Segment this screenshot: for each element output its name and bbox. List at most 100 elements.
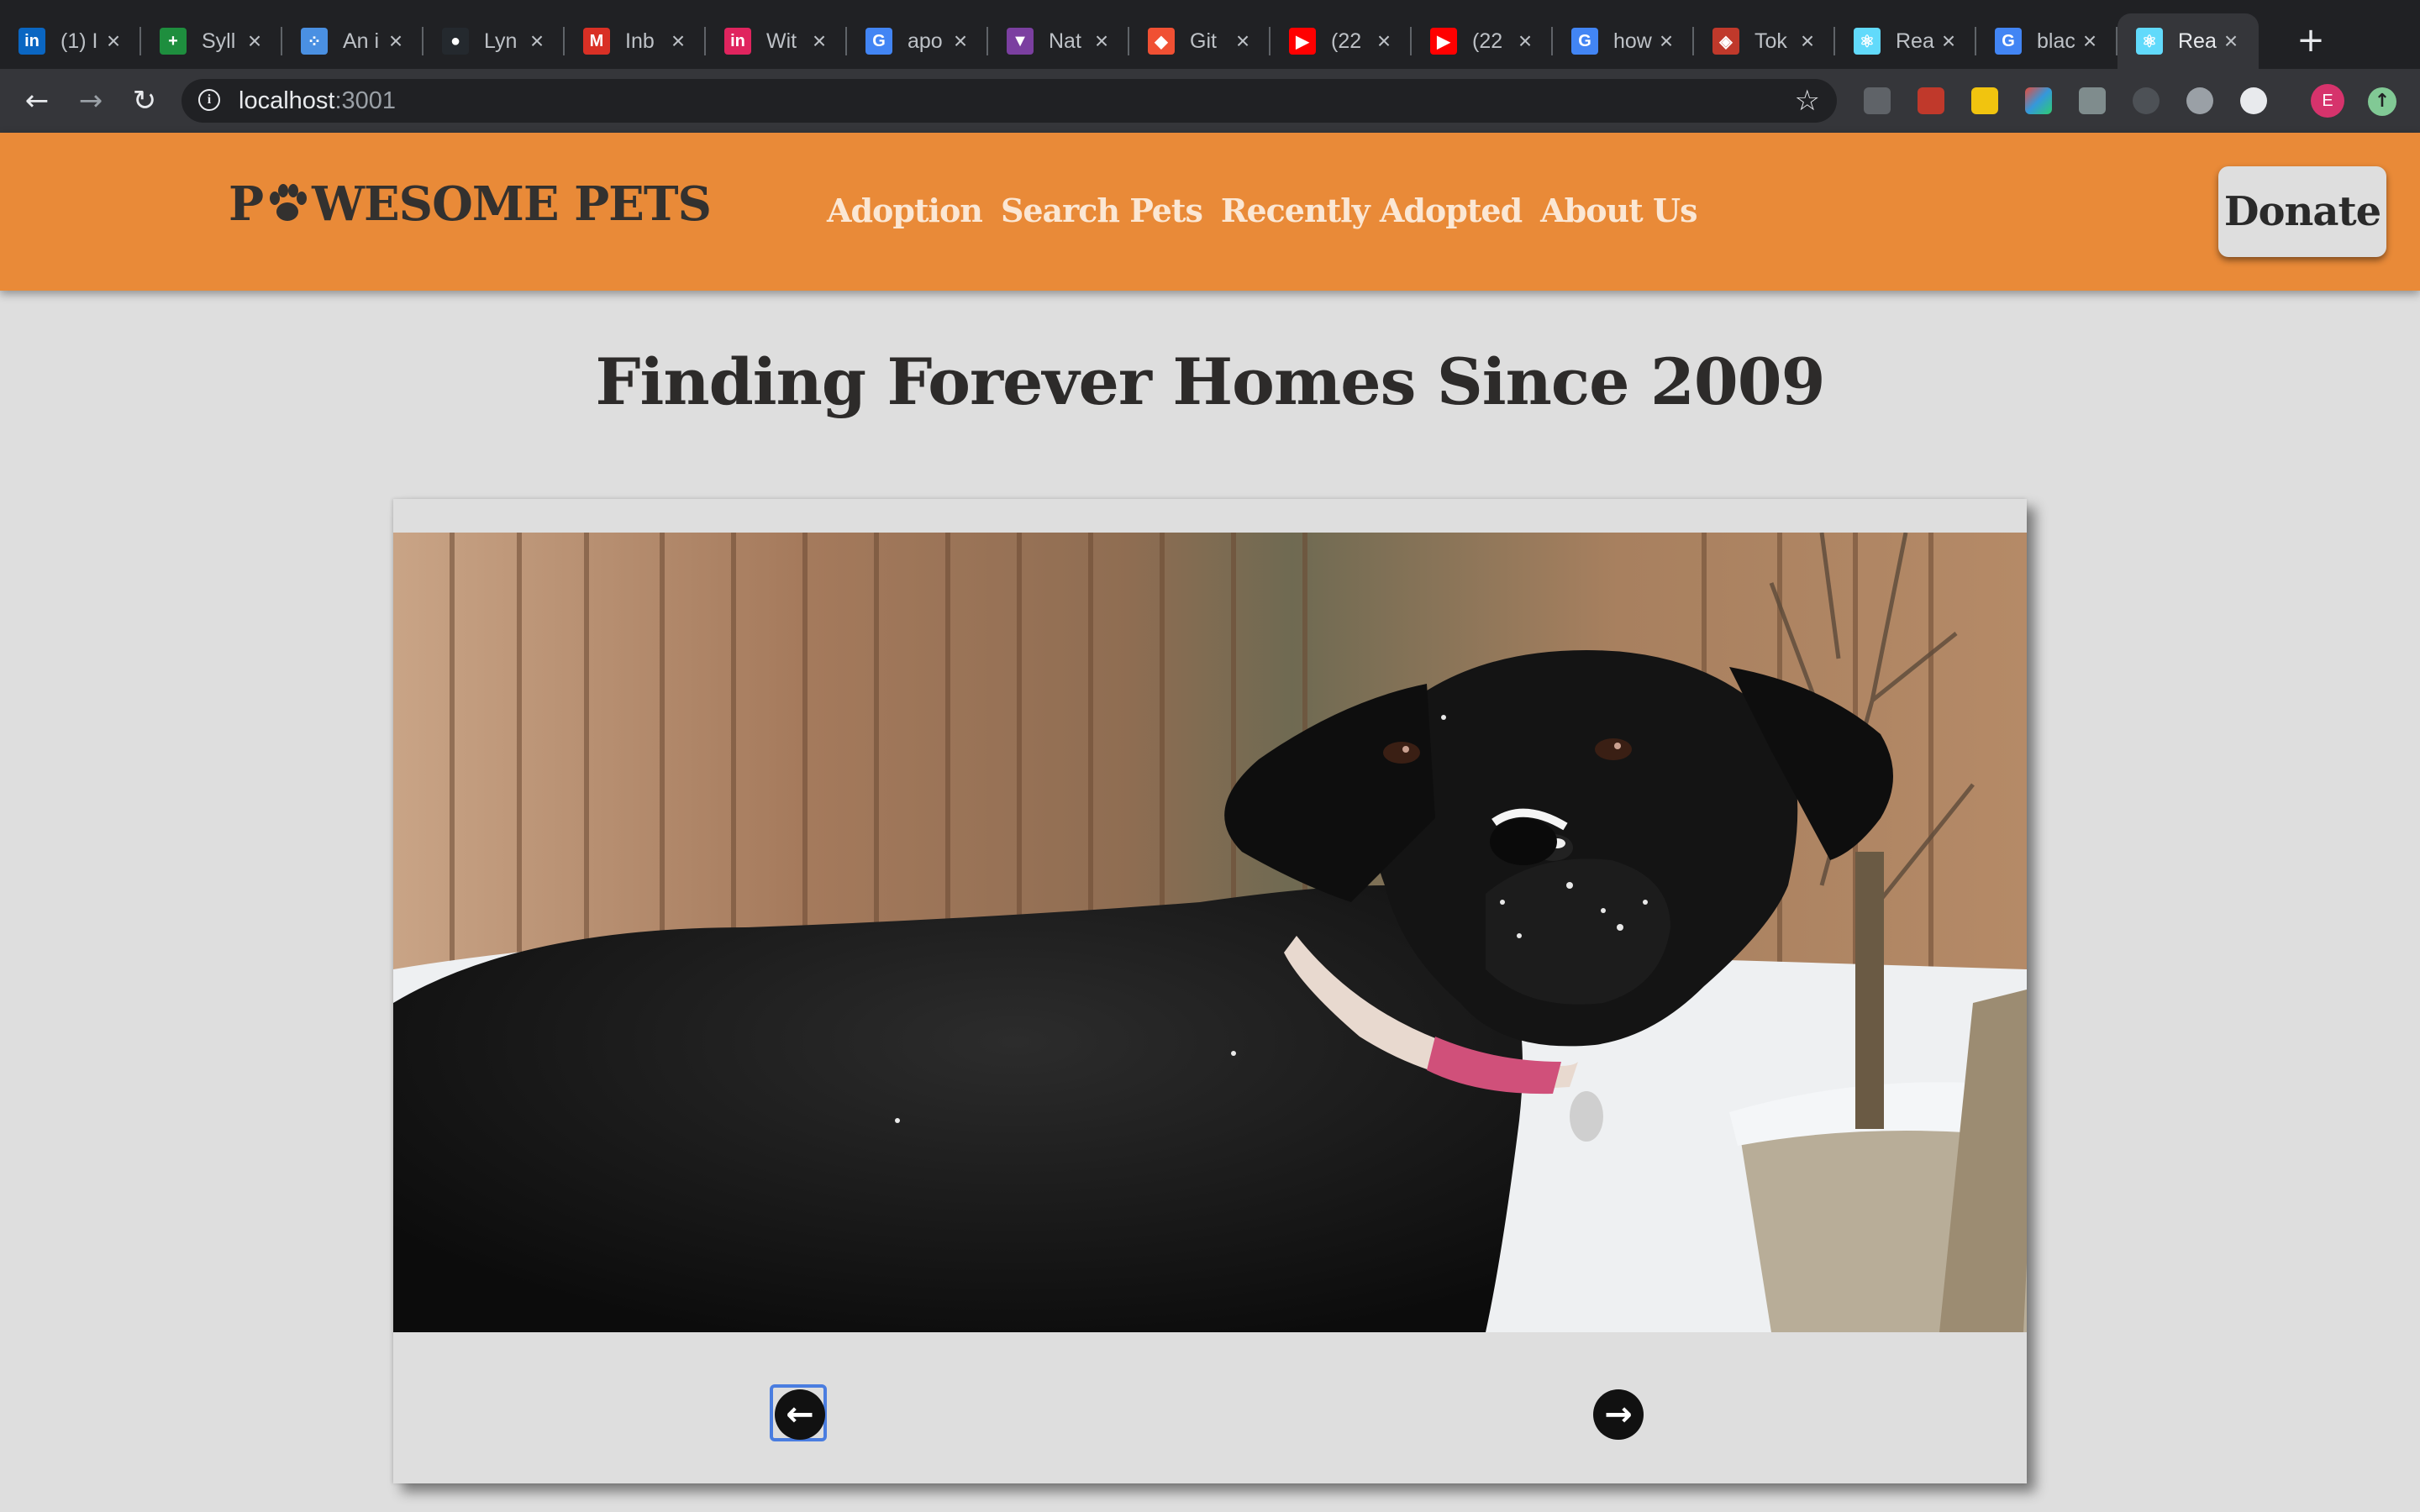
browser-tab[interactable]: + Syll × (141, 13, 282, 69)
tab-title: apo (908, 29, 943, 53)
browser-toolbar: ← → ↻ i localhost:3001 ☆ E ↑ (0, 69, 2420, 133)
tab-title: (1) I (60, 29, 98, 53)
close-tab-icon[interactable]: × (101, 29, 126, 54)
url-port: :3001 (334, 87, 397, 114)
browser-tab[interactable]: ▼ Nat × (988, 13, 1129, 69)
browser-tab[interactable]: ◆ Git × (1129, 13, 1270, 69)
close-tab-icon[interactable]: × (807, 29, 832, 54)
reload-button[interactable]: ↻ (124, 81, 165, 121)
extension-gear-icon[interactable] (2186, 87, 2213, 114)
tab-title: (22 (1472, 29, 1503, 53)
pet-photo (393, 533, 2027, 1332)
url-host: localhost (239, 87, 335, 114)
tab-title: Wit (766, 29, 797, 53)
close-tab-icon[interactable]: × (1654, 29, 1679, 54)
tab-title: Syll (202, 29, 236, 53)
pet-carousel: ← → (393, 499, 2027, 1483)
react-icon: ⚛ (2136, 28, 2163, 55)
extension-circle-icon[interactable] (2240, 87, 2267, 114)
browser-tab[interactable]: in Wit × (706, 13, 847, 69)
arrow-left-icon[interactable]: ← (775, 1389, 825, 1440)
google-icon: G (1995, 28, 2022, 55)
youtube-icon: ▶ (1289, 28, 1316, 55)
github-icon: ● (442, 28, 469, 55)
close-tab-icon[interactable]: × (1230, 29, 1255, 54)
browser-tab[interactable]: ● Lyn × (424, 13, 565, 69)
tab-title: An i (343, 29, 380, 53)
close-tab-icon[interactable]: × (242, 29, 267, 54)
logo-suffix: WESOME PETS (312, 176, 712, 232)
back-button[interactable]: ← (17, 81, 57, 121)
browser-tab[interactable]: ▶ (22 × (1412, 13, 1553, 69)
browser-tab[interactable]: M Inb × (565, 13, 706, 69)
tab-title: Tok (1754, 29, 1787, 53)
close-tab-icon[interactable]: × (524, 29, 550, 54)
page-title: Finding Forever Homes Since 2009 (595, 344, 1826, 419)
site-logo[interactable]: P WESOME PETS (229, 176, 712, 232)
browser-tab[interactable]: ⚛ Rea × (2118, 13, 2259, 69)
shield-icon: ▼ (1007, 28, 1034, 55)
browser-tab[interactable]: in (1) I × (0, 13, 141, 69)
close-tab-icon[interactable]: × (2218, 29, 2244, 54)
black-labrador-photo (393, 533, 2027, 1332)
close-tab-icon[interactable]: × (948, 29, 973, 54)
linkedin-icon: in (18, 28, 45, 55)
donate-button[interactable]: Donate (2218, 166, 2386, 257)
close-tab-icon[interactable]: × (1512, 29, 1538, 54)
google-sheets-icon: + (160, 28, 187, 55)
diamond-icon: ◈ (1712, 28, 1739, 55)
close-tab-icon[interactable]: × (1795, 29, 1820, 54)
nav-about-us[interactable]: About Us (1540, 192, 1697, 229)
tab-title: Lyn (484, 29, 518, 53)
tab-title: Git (1190, 29, 1217, 53)
extension-note-icon[interactable] (1971, 87, 1998, 114)
close-tab-icon[interactable]: × (1936, 29, 1961, 54)
browser-tab[interactable]: ◈ Tok × (1694, 13, 1835, 69)
tab-title: Rea (1896, 29, 1934, 53)
browser-tab[interactable]: Gapo × (847, 13, 988, 69)
git-icon: ◆ (1148, 28, 1175, 55)
extension-color-icon[interactable] (2025, 87, 2052, 114)
extension-jar-icon[interactable] (2079, 87, 2106, 114)
nav-adoption[interactable]: Adoption (827, 192, 983, 229)
invision-icon: in (724, 28, 751, 55)
extension-bulb-icon[interactable] (2133, 87, 2160, 114)
gmail-icon: M (583, 28, 610, 55)
atom-dots-icon: ⁘ (301, 28, 328, 55)
close-tab-icon[interactable]: × (1089, 29, 1114, 54)
browser-tab[interactable]: ⁘ An i × (282, 13, 424, 69)
browser-tab[interactable]: ⚛ Rea × (1835, 13, 1976, 69)
google-icon: G (1571, 28, 1598, 55)
browser-tab[interactable]: ▶ (22 × (1270, 13, 1412, 69)
browser-tab[interactable]: Gblac × (1976, 13, 2118, 69)
close-tab-icon[interactable]: × (1371, 29, 1397, 54)
tab-title: (22 (1331, 29, 1362, 53)
site-header: P WESOME PETS Adoption Search Pets Recen… (0, 133, 2420, 291)
close-tab-icon[interactable]: × (666, 29, 691, 54)
profile-avatar[interactable]: E (2311, 84, 2344, 118)
arrow-right-icon[interactable]: → (1593, 1389, 1644, 1440)
nav-search-pets[interactable]: Search Pets (1001, 192, 1203, 229)
extension-dots-icon[interactable] (1864, 87, 1891, 114)
tab-title: Nat (1049, 29, 1081, 53)
chrome-update-icon[interactable]: ↑ (2368, 87, 2396, 116)
browser-tab-strip: in (1) I × + Syll × ⁘ An i × ● Lyn × M Inb × in Wit × Gapo… (0, 0, 2420, 69)
main-nav: Adoption Search Pets Recently Adopted Ab… (827, 192, 1698, 229)
google-icon: G (865, 28, 892, 55)
bookmark-star-icon[interactable]: ☆ (1795, 84, 1820, 118)
url-text: localhost:3001 (239, 87, 396, 115)
new-tab-button[interactable]: + (2294, 24, 2328, 57)
address-bar[interactable]: i localhost:3001 ☆ (182, 79, 1837, 123)
paw-print-icon (270, 184, 308, 221)
extension-bug-icon[interactable] (1918, 87, 1944, 114)
close-tab-icon[interactable]: × (383, 29, 408, 54)
site-info-icon[interactable]: i (198, 89, 220, 111)
tab-title: Inb (625, 29, 655, 53)
forward-button[interactable]: → (71, 81, 111, 121)
nav-recently-adopted[interactable]: Recently Adopted (1221, 192, 1523, 229)
tab-title: how (1613, 29, 1652, 53)
tab-title: Rea (2178, 29, 2217, 53)
youtube-icon: ▶ (1430, 28, 1457, 55)
browser-tab[interactable]: Ghow × (1553, 13, 1694, 69)
close-tab-icon[interactable]: × (2077, 29, 2102, 54)
